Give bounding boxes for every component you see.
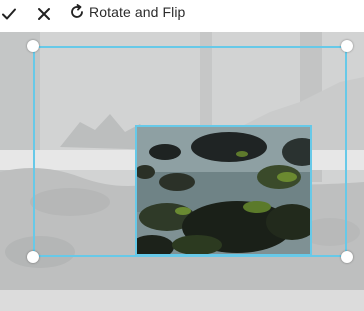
crop-handle-bottom-right[interactable] — [341, 251, 353, 263]
crop-handle-top-left[interactable] — [27, 40, 39, 52]
crop-handle-top-right[interactable] — [341, 40, 353, 52]
rotate-and-flip-button[interactable]: Rotate and Flip — [69, 0, 185, 24]
rotate-icon — [71, 4, 83, 18]
checkmark-icon — [2, 8, 16, 20]
rotate-and-flip-label: Rotate and Flip — [89, 4, 186, 20]
cancel-button[interactable] — [35, 2, 53, 26]
crop-handle-bottom-left[interactable] — [27, 251, 39, 263]
close-icon — [38, 8, 50, 20]
confirm-button[interactable] — [0, 2, 18, 26]
crop-toolbar: Rotate and Flip — [0, 0, 364, 32]
canvas-bottom-strip — [0, 290, 364, 311]
crop-frame[interactable] — [33, 46, 347, 257]
